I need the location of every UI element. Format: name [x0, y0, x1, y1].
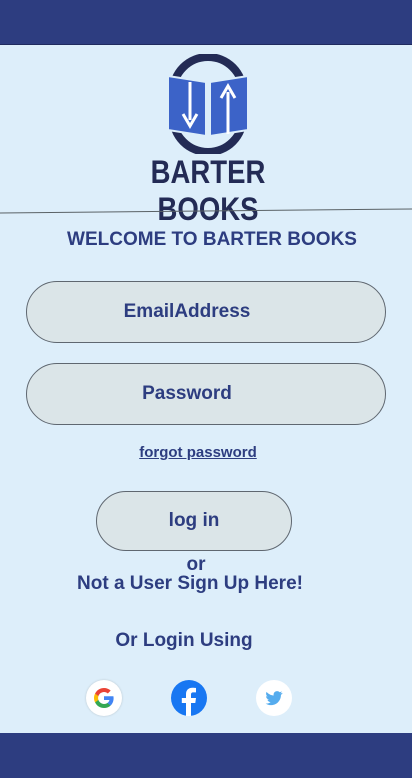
email-input[interactable]: [41, 300, 371, 324]
header-divider: [0, 208, 412, 214]
password-field[interactable]: [26, 363, 386, 425]
forgot-password-link[interactable]: forgot password: [0, 444, 396, 461]
facebook-login-button[interactable]: [171, 680, 207, 716]
password-input[interactable]: [41, 382, 371, 406]
welcome-heading: WELCOME TO BARTER BOOKS: [67, 229, 357, 250]
login-button[interactable]: log in: [96, 491, 292, 551]
sign-up-link[interactable]: Not a User Sign Up Here!: [0, 573, 380, 595]
brand-name: BARTER BOOKS: [150, 154, 266, 227]
bottom-navigation-bar: [0, 733, 412, 778]
top-status-bar: [0, 0, 412, 45]
google-icon: [94, 688, 114, 708]
or-login-using-label: Or Login Using: [115, 630, 253, 651]
book-exchange-icon: [167, 54, 249, 154]
twitter-icon: [265, 691, 283, 706]
facebook-icon: [181, 687, 196, 716]
google-login-button[interactable]: [86, 680, 122, 716]
twitter-login-button[interactable]: [256, 680, 292, 716]
email-field[interactable]: [26, 281, 386, 343]
